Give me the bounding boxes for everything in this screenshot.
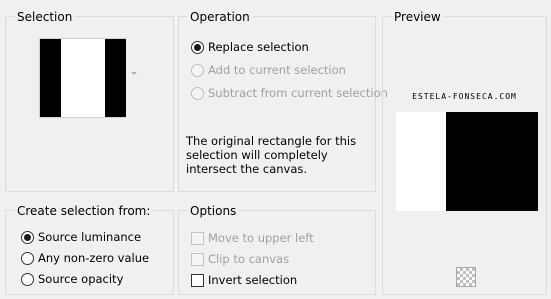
- options-title: Options: [187, 203, 240, 219]
- preview-image: [396, 112, 538, 211]
- operation-title: Operation: [187, 9, 253, 25]
- any-non-zero-radio[interactable]: Any non-zero value: [21, 249, 149, 267]
- watermark-text: ESTELA-FONSECA.COM: [412, 92, 517, 101]
- source-luminance-label: Source luminance: [38, 230, 142, 244]
- any-non-zero-label: Any non-zero value: [38, 251, 150, 265]
- radio-indicator[interactable]: [21, 272, 34, 286]
- subtract-selection-label: Subtract from current selection: [208, 86, 388, 100]
- add-selection-radio[interactable]: Add to current selection: [191, 61, 346, 79]
- clip-to-canvas-label: Clip to canvas: [208, 252, 290, 266]
- clip-to-canvas-checkbox[interactable]: Clip to canvas: [191, 250, 289, 268]
- radio-indicator[interactable]: [21, 230, 34, 244]
- move-upper-left-label: Move to upper left: [208, 231, 314, 245]
- replace-selection-label: Replace selection: [208, 40, 309, 54]
- operation-description: The original rectangle for this selectio…: [186, 134, 357, 176]
- create-from-title: Create selection from:: [14, 203, 154, 219]
- subtract-selection-radio[interactable]: Subtract from current selection: [191, 84, 388, 102]
- checkbox-indicator[interactable]: [191, 252, 204, 266]
- radio-indicator[interactable]: [21, 251, 34, 265]
- preview-title: Preview: [391, 9, 444, 25]
- source-opacity-label: Source opacity: [38, 272, 124, 286]
- checkerboard-icon[interactable]: [456, 267, 476, 287]
- invert-selection-label: Invert selection: [208, 273, 298, 287]
- invert-selection-checkbox[interactable]: Invert selection: [191, 271, 297, 289]
- replace-selection-radio[interactable]: Replace selection: [191, 38, 309, 56]
- radio-indicator[interactable]: [191, 40, 204, 54]
- checkbox-indicator[interactable]: [191, 273, 204, 287]
- operation-group: Operation Replace selection Add to curre…: [178, 9, 388, 192]
- radio-indicator[interactable]: [191, 63, 204, 77]
- create-from-group: Create selection from: Source luminance …: [5, 203, 174, 295]
- options-group: Options Move to upper left Clip to canva…: [178, 203, 376, 295]
- preview-group: Preview ESTELA-FONSECA.COM: [382, 9, 547, 295]
- radio-indicator[interactable]: [191, 86, 204, 100]
- source-opacity-radio[interactable]: Source opacity: [21, 270, 123, 288]
- selection-group: Selection: [5, 9, 174, 192]
- chevron-down-icon[interactable]: [131, 72, 137, 75]
- source-luminance-radio[interactable]: Source luminance: [21, 228, 141, 246]
- selection-thumbnail[interactable]: [39, 38, 126, 118]
- selection-title: Selection: [14, 9, 76, 25]
- add-selection-label: Add to current selection: [208, 63, 346, 77]
- move-upper-left-checkbox[interactable]: Move to upper left: [191, 229, 314, 247]
- checkbox-indicator[interactable]: [191, 231, 204, 245]
